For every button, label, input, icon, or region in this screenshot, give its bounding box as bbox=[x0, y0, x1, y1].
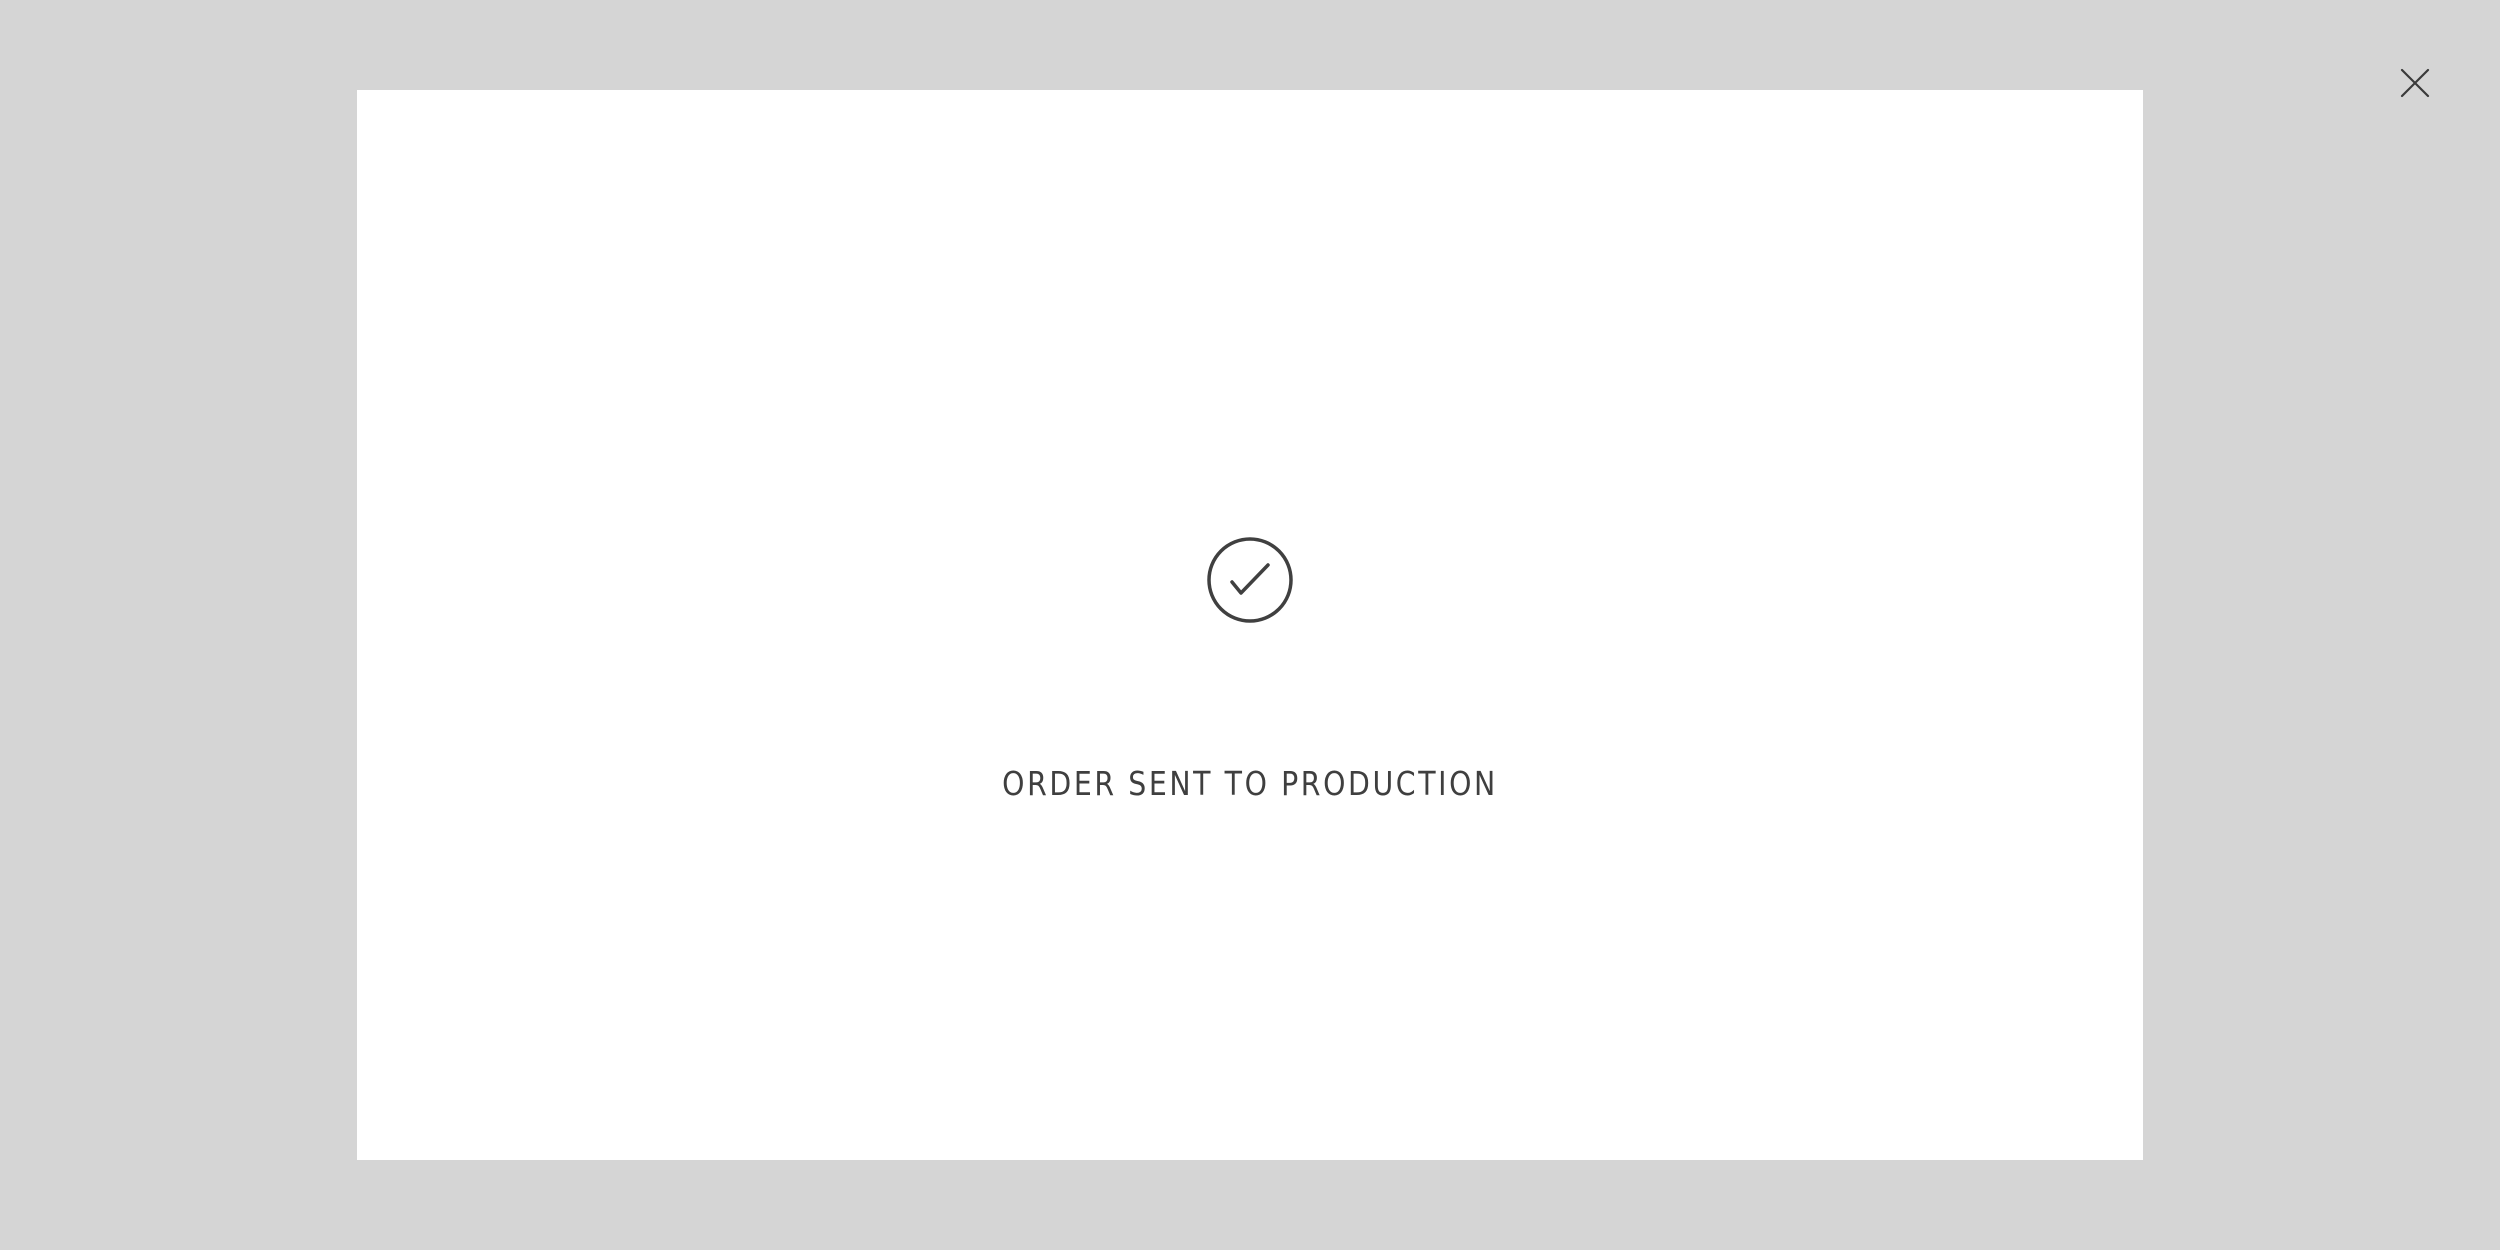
close-icon bbox=[2400, 68, 2430, 98]
confirmation-dialog: ORDER SENT TO PRODUCTION bbox=[357, 90, 2143, 1160]
check-circle-icon bbox=[1206, 536, 1294, 624]
confirmation-message: ORDER SENT TO PRODUCTION bbox=[1002, 764, 1498, 803]
close-button[interactable] bbox=[2398, 66, 2432, 100]
